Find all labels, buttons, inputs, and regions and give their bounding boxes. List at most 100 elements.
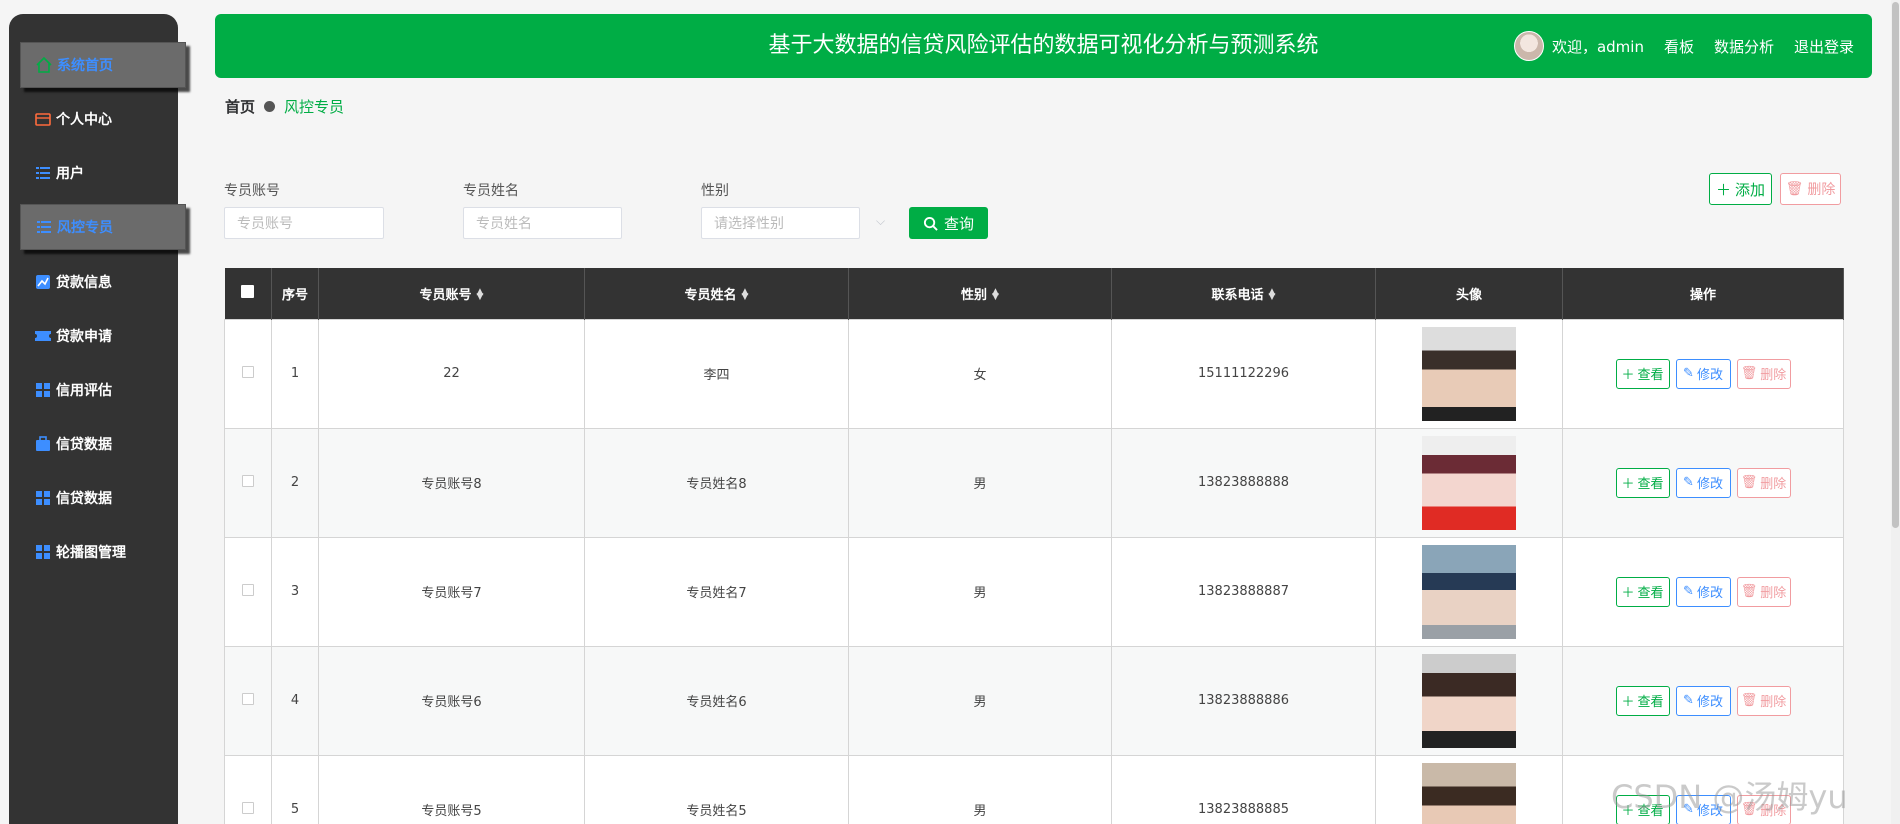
grid-icon — [34, 489, 52, 507]
view-button[interactable]: ＋查看 — [1615, 576, 1670, 607]
pencil-icon: ✎ — [1683, 366, 1694, 381]
page-scrollbar[interactable] — [1891, 0, 1900, 824]
cell-index: 3 — [271, 536, 319, 647]
header-name-label: 专员姓名 — [684, 287, 737, 303]
delete-button[interactable]: 🗑 删除 — [1736, 685, 1791, 716]
sort-icon[interactable]: ▲ ▼ — [1269, 288, 1276, 302]
edit-button[interactable]: ✎ 修改 — [1675, 576, 1731, 607]
row-select-cell[interactable] — [224, 318, 272, 429]
cell-phone: 13823888888 — [1111, 427, 1376, 538]
add-label: 添加 — [1735, 180, 1766, 199]
table-row: 3 专员账号7 专员姓名7 男 13823888887 ＋查看 ✎ 修改 🗑 删除 — [224, 536, 1844, 647]
header-actions: 操作 — [1562, 268, 1844, 319]
sidebar-item-1[interactable]: 系统首页 — [20, 42, 186, 88]
sidebar-item-5[interactable]: 贷款信息 — [20, 259, 194, 305]
sidebar-item-7[interactable]: 信用评估 — [20, 367, 194, 413]
header-name[interactable]: 专员姓名 ▲ ▼ — [584, 268, 849, 319]
edit-button[interactable]: ✎ 修改 — [1675, 358, 1731, 389]
row-select-cell[interactable] — [224, 427, 272, 538]
sidebar-item-8[interactable]: 信贷数据 — [20, 421, 194, 467]
row-select-cell[interactable] — [224, 754, 272, 824]
sidebar-item-9[interactable]: 信贷数据 — [20, 475, 194, 521]
cell-photo — [1375, 427, 1563, 538]
breadcrumb-current: 风控专员 — [284, 98, 345, 116]
sidebar-item-label: 信用评估 — [56, 383, 112, 399]
sort-icon[interactable]: ▲ ▼ — [742, 288, 749, 302]
view-button[interactable]: ＋查看 — [1615, 467, 1670, 498]
sidebar-item-label: 个人中心 — [56, 112, 112, 128]
plus-icon: ＋ — [1621, 368, 1635, 383]
avatar — [1513, 31, 1544, 61]
edit-button[interactable]: ✎ 修改 — [1675, 685, 1731, 716]
avatar-photo — [1422, 544, 1516, 639]
row-checkbox[interactable] — [242, 692, 254, 705]
select-all-cell[interactable] — [224, 268, 272, 319]
view-label: 查看 — [1637, 695, 1664, 710]
sort-icon[interactable]: ▲ ▼ — [477, 288, 484, 302]
sidebar-item-10[interactable]: 轮播图管理 — [20, 529, 194, 575]
cell-account: 专员账号7 — [318, 536, 585, 647]
name-input[interactable]: 专员姓名 — [463, 207, 622, 239]
cell-name: 专员姓名6 — [584, 645, 849, 756]
chevron-down-icon[interactable]: ⌵ — [876, 214, 885, 229]
row-checkbox[interactable] — [242, 801, 254, 814]
account-input[interactable]: 专员账号 — [224, 207, 384, 239]
batch-delete-button[interactable]: 🗑 删除 — [1780, 173, 1841, 205]
query-button[interactable]: 查询 — [909, 207, 988, 239]
sidebar-item-6[interactable]: 贷款申请 — [20, 313, 194, 359]
user-welcome[interactable]: 欢迎，admin — [1513, 31, 1644, 61]
view-button[interactable]: ＋查看 — [1615, 685, 1670, 716]
avatar-photo — [1422, 653, 1516, 748]
header-phone-label: 联系电话 — [1211, 287, 1264, 303]
row-checkbox[interactable] — [242, 583, 254, 596]
delete-button[interactable]: 🗑 删除 — [1736, 358, 1791, 389]
sidebar-item-2[interactable]: 个人中心 — [20, 96, 194, 142]
cell-phone: 13823888887 — [1111, 536, 1376, 647]
edit-label: 修改 — [1696, 368, 1723, 383]
table-row: 1 22 李四女 15111122296 ＋查看 ✎ 修改 🗑 删除 — [224, 318, 1844, 429]
grid-icon — [34, 381, 52, 399]
row-select-cell[interactable] — [224, 645, 272, 756]
cell-actions: ＋查看 ✎ 修改 🗑 删除 — [1562, 645, 1844, 756]
cell-index: 5 — [271, 754, 319, 824]
cell-index: 1 — [271, 318, 319, 429]
row-select-cell[interactable] — [224, 536, 272, 647]
view-button[interactable]: ＋查看 — [1615, 358, 1670, 389]
sidebar-item-label: 轮播图管理 — [56, 545, 126, 561]
pencil-icon: ✎ — [1683, 584, 1694, 599]
header-gender[interactable]: 性别 ▲ ▼ — [848, 268, 1112, 319]
delete-button[interactable]: 🗑 删除 — [1736, 576, 1791, 607]
briefcase-icon — [34, 435, 52, 453]
logout-link[interactable]: 退出登录 — [1794, 36, 1854, 57]
header-account[interactable]: 专员账号 ▲ ▼ — [318, 268, 585, 319]
plus-icon: ＋ — [1621, 695, 1635, 710]
delete-label: 删除 — [1760, 695, 1787, 710]
edit-button[interactable]: ✎ 修改 — [1675, 467, 1731, 498]
scroll-thumb[interactable] — [1892, 2, 1899, 528]
sort-icon[interactable]: ▲ ▼ — [992, 288, 999, 302]
cell-account: 22 — [318, 318, 585, 429]
sidebar-item-3[interactable]: 用户 — [20, 150, 194, 196]
plus-icon: ＋ — [1715, 180, 1731, 199]
sidebar-item-4[interactable]: 风控专员 — [20, 204, 186, 250]
cell-account: 专员账号6 — [318, 645, 585, 756]
name-label: 专员姓名 — [463, 183, 519, 199]
breadcrumb-home[interactable]: 首页 — [225, 96, 255, 117]
cell-photo — [1375, 536, 1563, 647]
row-checkbox[interactable] — [242, 474, 254, 487]
gender-select[interactable]: 请选择性别 — [701, 207, 860, 239]
dashboard-link[interactable]: 看板 — [1664, 36, 1694, 57]
table-body: 1 22 李四女 15111122296 ＋查看 ✎ 修改 🗑 删除 2 专员账号8 专员姓名8 男 13… — [224, 318, 1844, 824]
add-button[interactable]: ＋添加 — [1709, 173, 1772, 205]
trash-icon: 🗑 — [1740, 584, 1758, 599]
pencil-icon: ✎ — [1683, 475, 1694, 490]
header-phone[interactable]: 联系电话 ▲ ▼ — [1111, 268, 1376, 319]
select-all-checkbox[interactable] — [241, 284, 255, 298]
delete-button[interactable]: 🗑 删除 — [1736, 467, 1791, 498]
data-analysis-link[interactable]: 数据分析 — [1714, 36, 1774, 57]
sidebar-item-label: 信贷数据 — [56, 491, 112, 507]
view-label: 查看 — [1637, 586, 1664, 601]
row-checkbox[interactable] — [242, 365, 254, 378]
cell-gender: 男 — [848, 754, 1112, 824]
cell-gender: 男 — [848, 427, 1112, 538]
